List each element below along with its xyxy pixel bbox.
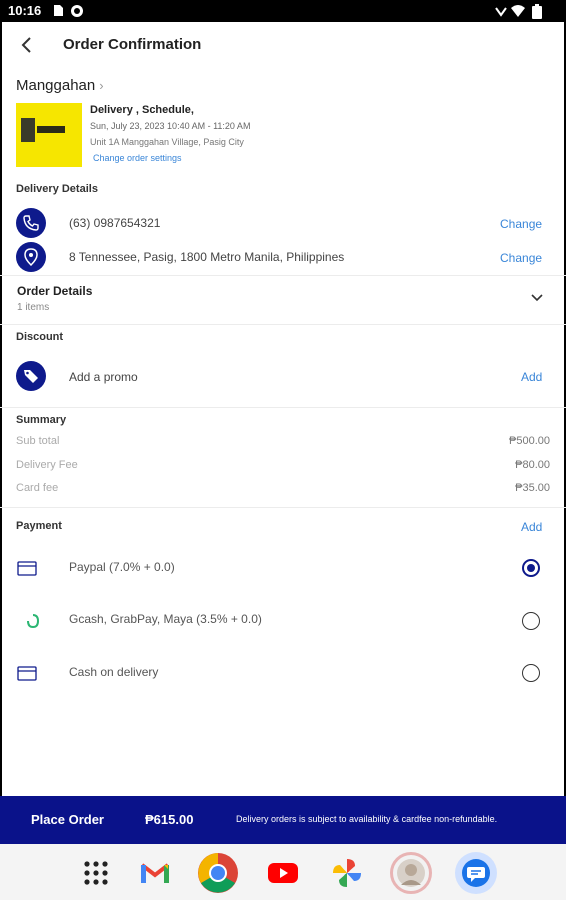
change-phone-link[interactable]: Change bbox=[500, 217, 542, 231]
store-thumbnail bbox=[16, 103, 82, 167]
card-fee-label: Card fee bbox=[16, 482, 59, 494]
delivery-fee-label: Delivery Fee bbox=[16, 459, 78, 471]
order-date: Sun, July 23, 2023 10:40 AM - 11:20 AM bbox=[90, 121, 251, 131]
order-total: ₱615.00 bbox=[145, 812, 194, 827]
chevron-down-icon[interactable] bbox=[529, 292, 545, 304]
card-fee-value: ₱35.00 bbox=[515, 482, 550, 494]
messages-icon[interactable] bbox=[455, 852, 497, 894]
card-icon bbox=[17, 666, 37, 681]
back-arrow-icon[interactable] bbox=[16, 34, 38, 56]
checkout-bar: Place Order ₱615.00 Delivery orders is s… bbox=[0, 796, 566, 844]
order-address: Unit 1A Manggahan Village, Pasig City bbox=[90, 137, 244, 147]
divider bbox=[0, 407, 566, 408]
radio-ewallet[interactable] bbox=[522, 612, 540, 630]
page-title: Order Confirmation bbox=[63, 36, 202, 53]
change-address-link[interactable]: Change bbox=[500, 251, 542, 265]
summary-label: Summary bbox=[16, 414, 67, 426]
payment-option-paypal[interactable]: Paypal (7.0% + 0.0) bbox=[69, 560, 175, 574]
subtotal-label: Sub total bbox=[16, 435, 60, 447]
payment-option-cod[interactable]: Cash on delivery bbox=[69, 665, 158, 679]
app-drawer-icon[interactable] bbox=[75, 852, 117, 894]
radio-paypal[interactable] bbox=[522, 559, 540, 577]
order-items-count: 1 items bbox=[17, 302, 50, 313]
sim-icon bbox=[54, 5, 63, 16]
gmail-icon[interactable] bbox=[134, 852, 176, 894]
ewallet-icon bbox=[27, 614, 40, 629]
sync-icon bbox=[495, 7, 507, 17]
card-icon bbox=[17, 561, 37, 576]
place-order-button[interactable]: Place Order ₱615.00 bbox=[0, 796, 210, 844]
divider bbox=[0, 507, 566, 508]
delivery-details-label: Delivery Details bbox=[16, 183, 98, 195]
divider bbox=[0, 275, 566, 276]
order-details-title[interactable]: Order Details bbox=[17, 284, 92, 298]
thumbnail-graphic-text bbox=[37, 126, 65, 133]
thumbnail-graphic bbox=[21, 118, 35, 142]
delivery-note: Delivery orders is subject to availabili… bbox=[236, 814, 498, 824]
discount-label: Discount bbox=[16, 331, 64, 343]
subtotal-value: ₱500.00 bbox=[509, 435, 550, 447]
tag-icon bbox=[16, 361, 46, 391]
status-bar: 10:16 bbox=[0, 0, 566, 22]
notification-icon bbox=[71, 5, 83, 17]
chrome-icon[interactable] bbox=[197, 852, 239, 894]
payment-label: Payment bbox=[16, 520, 62, 532]
frame-edge-left bbox=[0, 22, 2, 842]
store-name: Manggahan bbox=[16, 77, 96, 94]
payment-option-ewallet[interactable]: Gcash, GrabPay, Maya (3.5% + 0.0) bbox=[69, 612, 262, 626]
battery-icon bbox=[532, 4, 542, 19]
photos-icon[interactable] bbox=[326, 852, 368, 894]
order-type: Delivery , Schedule, bbox=[90, 104, 194, 116]
youtube-icon[interactable] bbox=[262, 852, 304, 894]
change-order-settings-link[interactable]: Change order settings bbox=[93, 153, 182, 163]
chevron-right-icon: › bbox=[99, 78, 104, 93]
add-promo-text[interactable]: Add a promo bbox=[69, 370, 138, 384]
add-promo-button[interactable]: Add bbox=[521, 370, 542, 384]
wifi-icon bbox=[511, 5, 525, 17]
radio-cod[interactable] bbox=[522, 664, 540, 682]
location-pin-icon bbox=[16, 242, 46, 272]
phone-number: (63) 0987654321 bbox=[69, 216, 161, 230]
add-payment-button[interactable]: Add bbox=[521, 520, 542, 534]
delivery-fee-value: ₱80.00 bbox=[515, 459, 550, 471]
app-bar: Order Confirmation bbox=[0, 22, 566, 68]
phone-icon bbox=[16, 208, 46, 238]
status-time: 10:16 bbox=[8, 3, 42, 18]
app-dock bbox=[0, 844, 566, 900]
delivery-address: 8 Tennessee, Pasig, 1800 Metro Manila, P… bbox=[69, 250, 345, 264]
place-order-label: Place Order bbox=[31, 812, 104, 827]
divider bbox=[0, 324, 566, 325]
store-selector[interactable]: Manggahan › bbox=[16, 77, 104, 94]
contact-avatar-icon[interactable] bbox=[390, 852, 432, 894]
